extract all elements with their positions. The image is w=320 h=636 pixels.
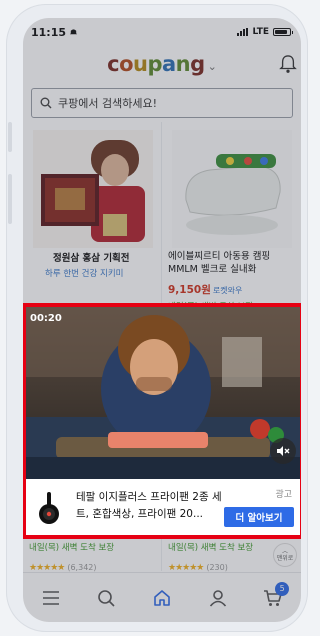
search-icon [40, 97, 52, 109]
tab-cart[interactable]: 5 [257, 581, 290, 614]
to-top-label: 맨위로 [276, 555, 294, 562]
video-timestamp: 00:20 [30, 313, 62, 324]
review-count: (6,342) [67, 563, 97, 572]
mute-button[interactable] [270, 438, 296, 464]
ginseng-gift-box-image [33, 130, 153, 248]
product-grid: 정원삼 홍삼 기획전 하루 한번 건강 지키미 에이블찌르티 아동용 캠핑 MM… [23, 122, 301, 322]
search-icon [98, 589, 115, 607]
search-placeholder: 쿠팡에서 검색하세요! [58, 97, 157, 110]
kids-slipper-image [172, 130, 292, 248]
product-price: 9,150원 로켓와우 [168, 282, 242, 297]
app-header: coupang ⌄ [23, 50, 301, 78]
bottom-tab-bar: 5 [23, 572, 301, 622]
product-subtitle: 하루 한번 건강 지키미 [45, 269, 124, 279]
battery-icon [273, 28, 293, 36]
delivery-text: 내일(목) 새벽 도착 보장 [168, 543, 254, 553]
product-name: 에이블찌르티 아동용 캠핑 MMLM 벨크로 실내화 [168, 251, 271, 275]
speaker-muted-icon [277, 446, 290, 456]
search-bar[interactable]: 쿠팡에서 검색하세요! [31, 88, 293, 118]
cart-count-badge: 5 [275, 581, 290, 596]
home-icon [154, 589, 170, 606]
network-label: LTE [252, 27, 269, 37]
price-text: 9,150원 [168, 284, 211, 296]
product-card[interactable]: 에이블찌르티 아동용 캠핑 MMLM 벨크로 실내화 9,150원로켓와우 내일… [162, 122, 301, 322]
status-bar: 11:15 LTE [23, 18, 301, 46]
chef-cooking-video-frame [26, 307, 300, 479]
product-card[interactable]: 정원삼 홍삼 기획전 하루 한번 건강 지키미 [23, 122, 162, 322]
learn-more-button[interactable]: 더 알아보기 [224, 507, 294, 527]
video-ad-banner[interactable]: 00:20 테팔 이지플러스 프라이팬 2종 세트, 혼합색상, 프라이팬 20… [23, 303, 301, 539]
ad-video[interactable]: 00:20 [26, 307, 300, 479]
product-name: 정원삼 홍삼 기획전 [53, 253, 130, 264]
review-count: (230) [206, 563, 228, 572]
status-time: 11:15 [31, 26, 78, 39]
product-card[interactable]: 내일(목) 새벽 도착 보장 ★★★★★ (6,342) [23, 539, 162, 573]
frying-pan-thumbnail [32, 491, 66, 525]
coupang-logo[interactable]: coupang [107, 52, 205, 76]
product-grid-lower: 내일(목) 새벽 도착 보장 ★★★★★ (6,342) 내일(목) 새벽 도착 … [23, 539, 301, 573]
tab-menu[interactable] [35, 582, 67, 614]
rocket-badge: 로켓와우 [212, 286, 243, 295]
chevron-down-icon[interactable]: ⌄ [208, 60, 217, 73]
tab-home[interactable] [146, 582, 178, 614]
chevron-up-icon: ︿ [281, 548, 288, 555]
product-card[interactable]: 내일(목) 새벽 도착 보장 ★★★★★ (230) ︿ 맨위로 [162, 539, 301, 573]
bell-icon[interactable] [279, 54, 297, 74]
menu-icon [42, 590, 59, 605]
ad-product-title: 테팔 이지플러스 프라이팬 2종 세트, 혼합색상, 프라이팬 20... [76, 491, 222, 520]
ad-label: 광고 [275, 490, 292, 500]
clock-text: 11:15 [31, 25, 67, 39]
delivery-text: 내일(목) 새벽 도착 보장 [29, 543, 115, 553]
phone-side-button [8, 122, 12, 152]
scroll-to-top-button[interactable]: ︿ 맨위로 [273, 543, 297, 567]
tab-search[interactable] [90, 582, 122, 614]
ad-info-bar[interactable]: 테팔 이지플러스 프라이팬 2종 세트, 혼합색상, 프라이팬 20... 광고… [26, 479, 300, 535]
do-not-disturb-icon [69, 28, 78, 34]
my-coupang-icon [209, 589, 226, 607]
signal-icon [237, 28, 249, 36]
tab-my-coupang[interactable] [202, 582, 234, 614]
screen: 11:15 LTE coupang ⌄ 쿠팡에서 검색하세요! 정원삼 홍삼 기… [23, 18, 301, 622]
phone-side-button [8, 174, 12, 224]
